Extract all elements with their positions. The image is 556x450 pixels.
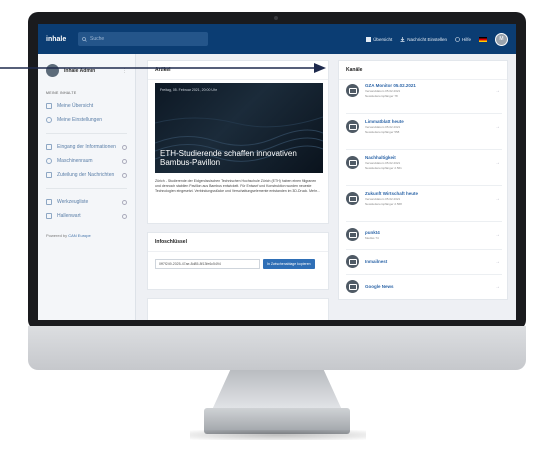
annotation-arrow-icon [0, 63, 326, 73]
